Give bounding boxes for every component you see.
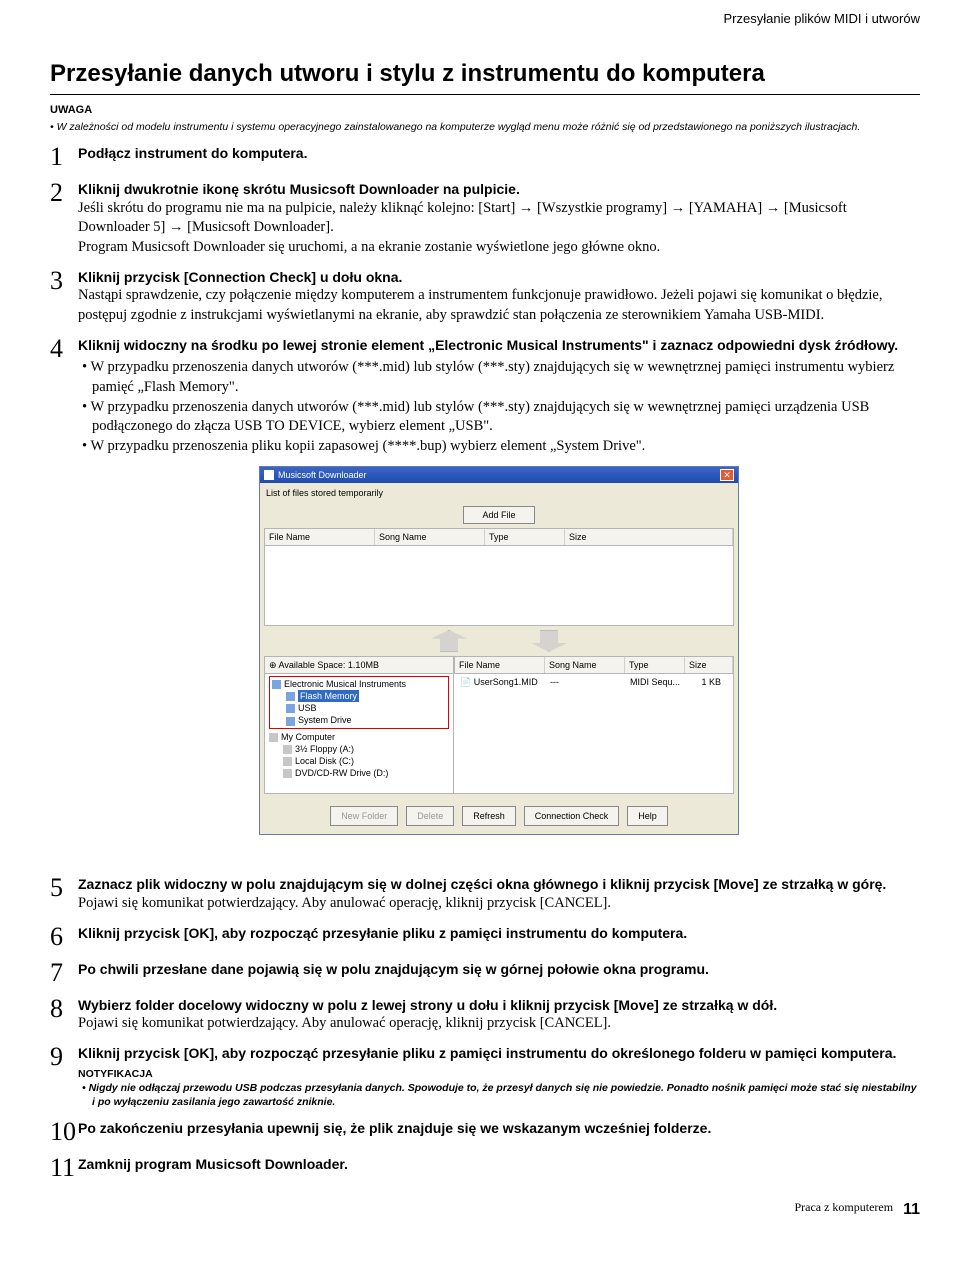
titlebar: Musicsoft Downloader ✕ [260,467,738,483]
app-icon [264,470,274,480]
floppy-icon [283,745,292,754]
bottom-button-row: New Folder Delete Refresh Connection Che… [260,798,738,834]
bullet-item: • W przypadku przenoszenia danych utworó… [78,398,920,437]
step-number: 6 [50,924,78,950]
tree-root-highlight: Electronic Musical Instruments Flash Mem… [269,676,449,729]
computer-icon [269,733,278,742]
disk-icon [283,757,292,766]
tree-item-mycomputer[interactable]: My Computer [281,732,335,742]
col-filename[interactable]: File Name [265,529,375,545]
col-size[interactable]: Size [565,529,733,545]
move-up-button[interactable] [419,630,479,652]
col-songname[interactable]: Song Name [545,657,625,673]
close-icon[interactable]: ✕ [720,469,734,481]
step-head: Zaznacz plik widoczny w polu znajdującym… [78,875,920,894]
window-title: Musicsoft Downloader [278,469,367,481]
tree-item-dvd[interactable]: DVD/CD-RW Drive (D:) [295,768,388,778]
col-size[interactable]: Size [685,657,733,673]
step-bullets: • W przypadku przenoszenia danych utworó… [78,358,920,456]
available-space: ⊕ Available Space: 1.10MB [264,656,454,674]
drive-icon [286,717,295,726]
section-title: Przesyłanie danych utworu i stylu z inst… [50,58,920,95]
usb-icon [286,704,295,713]
cd-icon [283,769,292,778]
upper-columns: File Name Song Name Type Size [264,528,734,546]
step-number: 1 [50,144,78,170]
page-footer: Praca z komputerem 11 [50,1199,920,1221]
connection-check-button[interactable]: Connection Check [524,806,620,826]
step-head: Po chwili przesłane dane pojawią się w p… [78,960,920,979]
step-number: 2 [50,180,78,258]
step-head: Wybierz folder docelowy widoczny w polu … [78,996,920,1015]
running-header: Przesyłanie plików MIDI i utworów [50,10,920,28]
step-number: 11 [50,1155,78,1181]
tree-item-emi[interactable]: Electronic Musical Instruments [284,679,406,689]
step-number: 7 [50,960,78,986]
step-head: Zamknij program Musicsoft Downloader. [78,1155,920,1174]
notification-body: • Nigdy nie odłączaj przewodu USB podcza… [92,1081,920,1109]
lower-file-list[interactable]: 📄 UserSong1.MID --- MIDI Sequ... 1 KB [454,674,734,794]
col-type[interactable]: Type [485,529,565,545]
move-arrows [260,626,738,656]
tree-item-localdisk[interactable]: Local Disk (C:) [295,756,354,766]
step-head: Kliknij przycisk [OK], aby rozpocząć prz… [78,1044,920,1063]
tree-item-flash[interactable]: Flash Memory [298,690,359,702]
col-songname[interactable]: Song Name [375,529,485,545]
note-body: W zależności od modelu instrumentu i sys… [60,120,920,134]
note-label: UWAGA [50,103,920,118]
new-folder-button[interactable]: New Folder [330,806,398,826]
bullet-item: • W przypadku przenoszenia pliku kopii z… [78,437,920,457]
step-number: 3 [50,268,78,326]
step-number: 9 [50,1044,78,1109]
step-number: 10 [50,1119,78,1145]
list-item[interactable]: 📄 UserSong1.MID --- MIDI Sequ... 1 KB [456,676,731,688]
tree-item-sysdrive[interactable]: System Drive [298,715,352,725]
step-text: Pojawi się komunikat potwierdzający. Aby… [78,894,920,914]
add-file-button[interactable]: Add File [463,506,534,524]
tree-item-usb[interactable]: USB [298,703,317,713]
step-head: Po zakończeniu przesyłania upewnij się, … [78,1119,920,1138]
footer-label: Praca z komputerem [794,1199,893,1221]
upper-file-list[interactable] [264,546,734,626]
page-number: 11 [903,1199,920,1221]
step-head: Kliknij przycisk [OK], aby rozpocząć prz… [78,924,920,943]
step-number: 4 [50,336,78,866]
step-number: 5 [50,875,78,913]
notification-label: NOTYFIKACJA [78,1067,920,1081]
keyboard-icon [272,680,281,689]
step-head: Kliknij widoczny na środku po lewej stro… [78,336,920,355]
step-number: 8 [50,996,78,1034]
col-type[interactable]: Type [625,657,685,673]
step-text: Pojawi się komunikat potwierdzający. Aby… [78,1014,920,1034]
chip-icon [286,692,295,701]
tree-pane[interactable]: Electronic Musical Instruments Flash Mem… [264,674,454,794]
step-head: Kliknij dwukrotnie ikonę skrótu Musicsof… [78,180,920,199]
step-text: Jeśli skrótu do programu nie ma na pulpi… [78,199,920,258]
temp-list-label: List of files stored temporarily [260,483,738,503]
delete-button[interactable]: Delete [406,806,454,826]
refresh-button[interactable]: Refresh [462,806,516,826]
col-filename[interactable]: File Name [455,657,545,673]
app-window-illustration: Musicsoft Downloader ✕ List of files sto… [259,466,739,835]
steps-list: 1 Podłącz instrument do komputera. 2 Kli… [50,144,920,1181]
help-button[interactable]: Help [627,806,668,826]
step-text: Nastąpi sprawdzenie, czy połączenie międ… [78,286,920,325]
move-down-button[interactable] [519,630,579,652]
bullet-item: • W przypadku przenoszenia danych utworó… [78,358,920,397]
step-head: Podłącz instrument do komputera. [78,144,920,163]
tree-item-floppy[interactable]: 3½ Floppy (A:) [295,744,354,754]
step-head: Kliknij przycisk [Connection Check] u do… [78,268,920,287]
